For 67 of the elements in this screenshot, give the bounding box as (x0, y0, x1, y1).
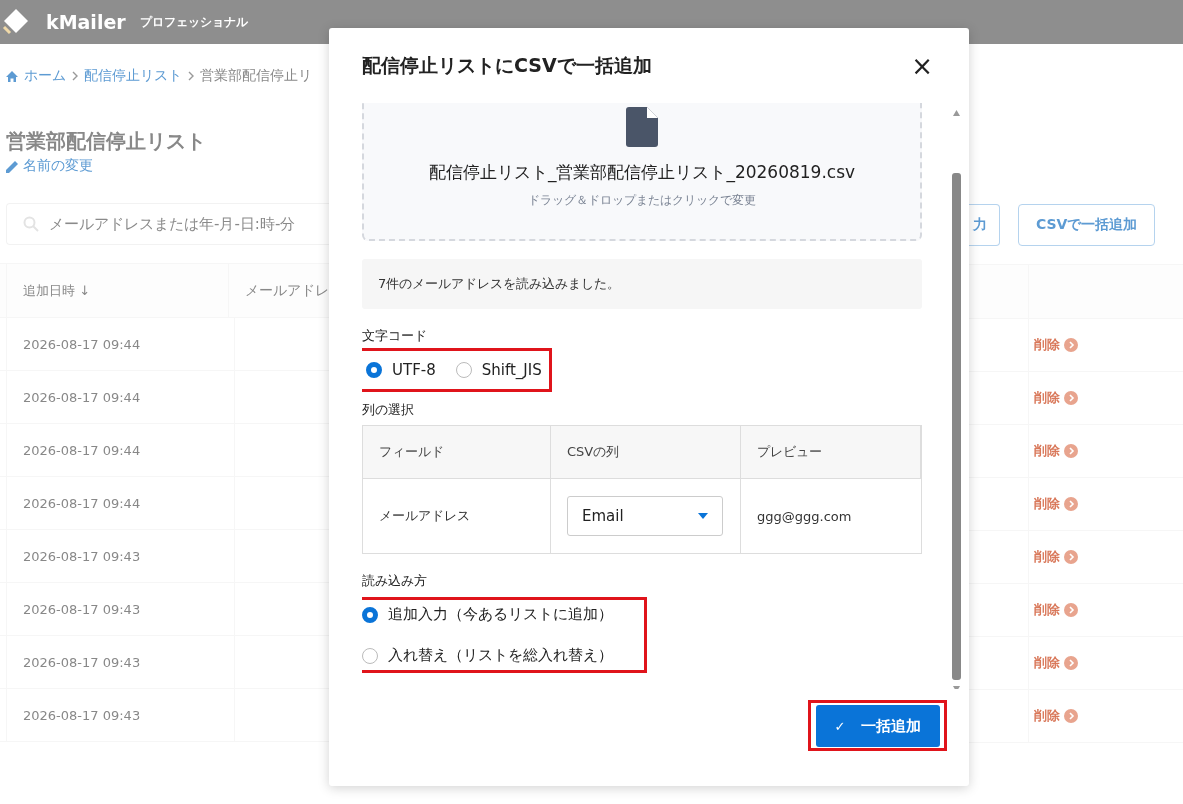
column-header: プレビュー (741, 426, 921, 479)
caret-icon (698, 513, 708, 519)
table-cell: 2026-08-17 09:44 (6, 371, 235, 423)
close-button[interactable]: × (907, 52, 937, 79)
page-title: 営業部配信停止リスト (6, 128, 207, 155)
table-cell: メールアドレス (363, 479, 551, 553)
home-icon (6, 70, 18, 82)
table-cell-text: ggg@ggg.com (756, 507, 853, 526)
submit-button[interactable]: ✓ 一括追加 (816, 705, 940, 747)
delete-link[interactable]: 削除 (1034, 548, 1060, 566)
table-cell: 2026-08-17 09:43 (6, 583, 235, 635)
section-label: 列の選択 (362, 401, 415, 419)
radio-option[interactable]: 入れ替え（リストを総入れ替え） (362, 646, 613, 665)
delete-link[interactable]: 削除 (1034, 707, 1060, 725)
dialog-title: 配信停止リストにCSVで一括追加 (362, 52, 652, 78)
chevron-circle-icon (1064, 497, 1078, 511)
column-header: フィールド (363, 426, 551, 479)
table-cell: 2026-08-17 09:43 (6, 636, 235, 688)
chevron-circle-icon (1064, 656, 1078, 670)
delete-link[interactable]: 削除 (1034, 336, 1060, 354)
delete-link[interactable]: 削除 (1034, 654, 1060, 672)
search-icon (23, 216, 39, 232)
chevron-circle-icon (1064, 338, 1078, 352)
column-header[interactable]: メールアドレ (229, 264, 329, 317)
table-cell: 2026-08-17 09:43 (6, 530, 235, 582)
file-icon (626, 107, 658, 147)
table-cell: 2026-08-17 09:44 (6, 424, 235, 476)
column-header[interactable]: 追加日時 ↓ (6, 264, 229, 317)
breadcrumb-link[interactable]: 配信停止リスト (84, 67, 182, 85)
chevron-circle-icon (1064, 603, 1078, 617)
radio-button[interactable] (362, 606, 378, 623)
chevron-icon (188, 71, 194, 81)
radio-button[interactable] (455, 362, 472, 378)
file-dropzone[interactable]: 配信停止リスト_営業部配信停止リスト_20260819.csv ドラッグ＆ドロップまたはクリックで変更 (362, 103, 922, 241)
toolbar-button[interactable]: 力 (969, 204, 1000, 246)
breadcrumb-link[interactable]: ホーム (24, 67, 66, 85)
pencil-icon (6, 159, 19, 173)
delete-link[interactable]: 削除 (1034, 601, 1060, 619)
table-cell: 2026-08-17 09:43 (6, 689, 235, 741)
table-cell: 2026-08-17 09:44 (6, 318, 235, 370)
column-header: CSVの列 (551, 426, 741, 479)
section-label: 文字コード (362, 327, 428, 345)
search-field[interactable]: メールアドレスまたは年-月-日:時-分 (6, 203, 329, 245)
delete-link[interactable]: 削除 (1034, 442, 1060, 460)
csv-import-button[interactable]: CSVで一括追加 (1018, 204, 1156, 246)
breadcrumb-link[interactable]: 営業部配信停止リ (200, 67, 312, 85)
radio-option[interactable]: Shift_JIS (455, 361, 542, 379)
radio-button[interactable] (366, 362, 382, 378)
brand-name: kMailer (46, 11, 126, 33)
file-name: 配信停止リスト_営業部配信停止リスト_20260819.csv (428, 161, 856, 184)
chevron-circle-icon (1064, 391, 1078, 405)
rename-link[interactable]: 名前の変更 (23, 157, 93, 175)
csv-column-select[interactable]: Email (567, 496, 723, 536)
section-label: 読み込み方 (362, 572, 428, 590)
table-cell: 2026-08-17 09:44 (6, 477, 235, 529)
radio-button[interactable] (362, 647, 378, 664)
dropzone-hint: ドラッグ＆ドロップまたはクリックで変更 (528, 192, 756, 209)
radio-option[interactable]: 追加入力（今あるリストに追加） (362, 605, 613, 624)
chevron-icon (72, 71, 78, 81)
delete-link[interactable]: 削除 (1034, 389, 1060, 407)
edition-label: プロフェッショナル (139, 13, 248, 31)
chevron-circle-icon (1064, 709, 1078, 723)
chevron-circle-icon (1064, 550, 1078, 564)
radio-option[interactable]: UTF-8 (366, 361, 436, 379)
delete-link[interactable]: 削除 (1034, 495, 1060, 513)
info-message: 7件のメールアドレスを読み込みました。 (362, 259, 922, 309)
chevron-circle-icon (1064, 444, 1078, 458)
